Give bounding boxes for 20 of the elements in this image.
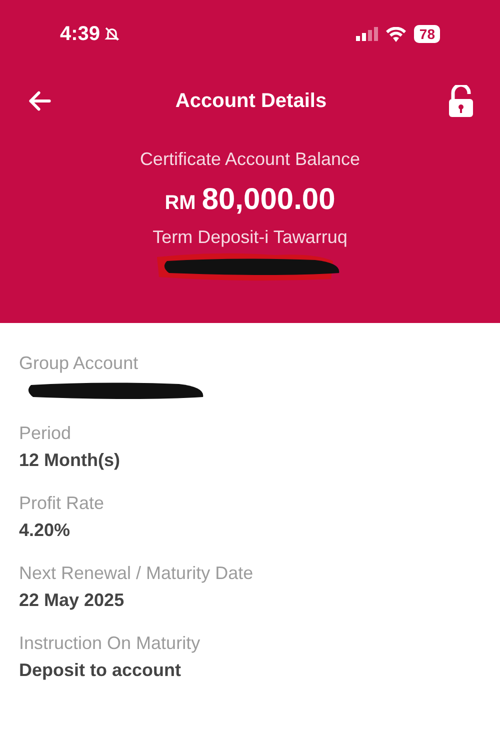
field-value: 22 May 2025 [19, 589, 126, 612]
bell-muted-icon [104, 26, 120, 42]
battery-indicator: 78 [414, 25, 440, 43]
balance-label: Certificate Account Balance [140, 148, 360, 171]
field-label: Group Account [19, 352, 140, 375]
field-label: Next Renewal / Maturity Date [19, 562, 254, 585]
currency-code: RM [164, 191, 196, 216]
field-label: Instruction On Maturity [19, 632, 202, 655]
unlock-button[interactable] [448, 85, 474, 117]
field-label: Period [19, 422, 72, 445]
field-value: 4.20% [19, 519, 72, 542]
product-name: Term Deposit-i Tawarruq [152, 226, 348, 249]
signal-icon [356, 27, 378, 41]
wifi-icon [386, 26, 406, 42]
field-value: 12 Month(s) [19, 449, 121, 472]
field-label: Profit Rate [19, 492, 106, 515]
balance-amount: 80,000.00 [202, 182, 336, 218]
page-title: Account Details [175, 89, 327, 114]
status-time: 4:39 [60, 22, 100, 47]
field-value: Deposit to account [19, 659, 182, 682]
